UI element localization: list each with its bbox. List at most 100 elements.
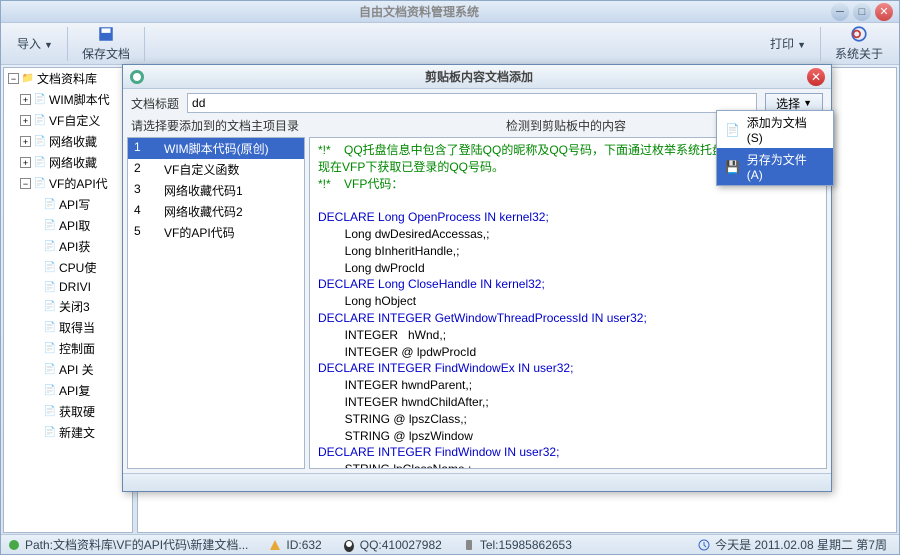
menu-save-as-file[interactable]: 💾 另存为文件 (A) bbox=[717, 148, 833, 185]
expand-icon[interactable]: + bbox=[20, 157, 31, 168]
expand-icon[interactable]: + bbox=[20, 94, 31, 105]
page-icon: 📄 bbox=[44, 322, 56, 334]
page-icon: 📄 bbox=[44, 241, 56, 253]
save-icon bbox=[97, 25, 115, 43]
page-icon: 📄 bbox=[34, 115, 46, 127]
maximize-button[interactable]: □ bbox=[853, 3, 871, 21]
about-label: 系统关于 bbox=[835, 45, 883, 62]
category-list: 1WIM脚本代码(原创)2VF自定义函数3网络收藏代码14网络收藏代码25VF的… bbox=[127, 137, 305, 469]
code-line: STRING lpClassName,; bbox=[318, 461, 818, 469]
close-button[interactable]: ✕ bbox=[875, 3, 893, 21]
code-preview[interactable]: *!* QQ托盘信息中包含了登陆QQ的昵称及QQ号码，下面通过枚举系统托盘图标现… bbox=[309, 137, 827, 469]
main-toolbar: 导入▼ 保存文档 打印▼ 系统关于 bbox=[1, 23, 899, 65]
dialog-titlebar: 剪贴板内容文档添加 ✕ bbox=[123, 65, 831, 89]
menu-add-as-doc[interactable]: 📄 添加为文档 (S) bbox=[717, 111, 833, 148]
status-id: ID:632 bbox=[268, 538, 321, 552]
list-item[interactable]: 4网络收藏代码2 bbox=[128, 201, 304, 222]
folder-icon: 📁 bbox=[22, 73, 34, 85]
list-item[interactable]: 5VF的API代码 bbox=[128, 222, 304, 243]
code-line: STRING @ lpszClass,; bbox=[318, 411, 818, 428]
code-line: DECLARE INTEGER GetWindowThreadProcessId… bbox=[318, 310, 818, 327]
page-icon: 📄 bbox=[34, 94, 46, 106]
tree-subitem[interactable]: 📄API写 bbox=[4, 194, 132, 215]
phone-icon bbox=[462, 538, 476, 552]
code-line: Long hObject bbox=[318, 293, 818, 310]
code-line: DECLARE INTEGER FindWindowEx IN user32; bbox=[318, 360, 818, 377]
list-item[interactable]: 2VF自定义函数 bbox=[128, 159, 304, 180]
code-line: Long dwDesiredAccessas,; bbox=[318, 226, 818, 243]
list-item[interactable]: 1WIM脚本代码(原创) bbox=[128, 138, 304, 159]
tree-subitem[interactable]: 📄API 关 bbox=[4, 359, 132, 380]
tree-item[interactable]: −📄VF的API代 bbox=[4, 173, 132, 194]
save-icon: 💾 bbox=[725, 159, 741, 175]
code-line: Long dwProcId bbox=[318, 260, 818, 277]
id-icon bbox=[268, 538, 282, 552]
tree-subitem[interactable]: 📄关闭3 bbox=[4, 296, 132, 317]
clock-icon bbox=[697, 538, 711, 552]
page-icon: 📄 bbox=[44, 220, 56, 232]
page-icon: 📄 bbox=[44, 343, 56, 355]
tree-subitem[interactable]: 📄API获 bbox=[4, 236, 132, 257]
page-icon: 📄 bbox=[44, 364, 56, 376]
tree-root[interactable]: − 📁 文档资料库 bbox=[4, 68, 132, 89]
code-line bbox=[318, 192, 818, 209]
page-icon: 📄 bbox=[44, 406, 56, 418]
page-icon: 📄 bbox=[34, 157, 46, 169]
code-line: INTEGER hWnd,; bbox=[318, 327, 818, 344]
tree-panel: − 📁 文档资料库 +📄WIM脚本代+📄VF自定义+📄网络收藏+📄网络收藏−📄V… bbox=[3, 67, 133, 533]
tree-subitem[interactable]: 📄CPU使 bbox=[4, 257, 132, 278]
dialog-status bbox=[123, 473, 831, 491]
collapse-icon[interactable]: − bbox=[8, 73, 19, 84]
tree-subitem[interactable]: 📄获取硬 bbox=[4, 401, 132, 422]
path-icon bbox=[7, 538, 21, 552]
save-doc-button[interactable]: 保存文档 bbox=[72, 23, 140, 64]
code-line: DECLARE INTEGER FindWindow IN user32; bbox=[318, 444, 818, 461]
select-dropdown-menu: 📄 添加为文档 (S) 💾 另存为文件 (A) bbox=[716, 110, 834, 186]
code-line: STRING @ lpszWindow bbox=[318, 428, 818, 445]
expand-icon[interactable]: + bbox=[20, 115, 31, 126]
page-icon: 📄 bbox=[34, 178, 46, 190]
tree-item[interactable]: +📄WIM脚本代 bbox=[4, 89, 132, 110]
status-tel: Tel:15985862653 bbox=[462, 538, 572, 552]
tree-subitem[interactable]: 📄DRIVI bbox=[4, 278, 132, 296]
print-button[interactable]: 打印▼ bbox=[760, 33, 816, 54]
minimize-button[interactable]: ─ bbox=[831, 3, 849, 21]
code-line: INTEGER @ lpdwProcId bbox=[318, 344, 818, 361]
page-icon: 📄 bbox=[44, 262, 56, 274]
tree-subitem[interactable]: 📄新建文 bbox=[4, 422, 132, 443]
page-icon: 📄 bbox=[34, 136, 46, 148]
code-line: DECLARE Long OpenProcess IN kernel32; bbox=[318, 209, 818, 226]
tree-item[interactable]: +📄网络收藏 bbox=[4, 152, 132, 173]
main-titlebar: 自由文档资料管理系统 ─ □ ✕ bbox=[1, 1, 899, 23]
code-line: INTEGER hwndParent,; bbox=[318, 377, 818, 394]
qq-icon bbox=[342, 538, 356, 552]
tree-subitem[interactable]: 📄控制面 bbox=[4, 338, 132, 359]
expand-icon[interactable]: + bbox=[20, 136, 31, 147]
status-qq: QQ:410027982 bbox=[342, 538, 442, 552]
import-label: 导入▼ bbox=[17, 35, 53, 52]
about-button[interactable]: 系统关于 bbox=[825, 23, 893, 64]
page-icon: 📄 bbox=[44, 301, 56, 313]
list-item[interactable]: 3网络收藏代码1 bbox=[128, 180, 304, 201]
tree-subitem[interactable]: 📄取得当 bbox=[4, 317, 132, 338]
tree-item[interactable]: +📄VF自定义 bbox=[4, 110, 132, 131]
dialog-close-button[interactable]: ✕ bbox=[807, 68, 825, 86]
code-line: Long bInheritHandle,; bbox=[318, 243, 818, 260]
status-path: Path:文档资料库\VF的API代码\新建文档... bbox=[7, 536, 248, 553]
doc-title-label: 文档标题 bbox=[131, 95, 179, 112]
tree-subitem[interactable]: 📄API复 bbox=[4, 380, 132, 401]
status-bar: Path:文档资料库\VF的API代码\新建文档... ID:632 QQ:41… bbox=[1, 534, 899, 554]
import-button[interactable]: 导入▼ bbox=[7, 33, 63, 54]
list-header: 请选择要添加到的文档主项目录 bbox=[131, 117, 309, 137]
save-doc-label: 保存文档 bbox=[82, 45, 130, 62]
doc-title-input[interactable] bbox=[187, 93, 757, 113]
status-date: 今天是 2011.02.08 星期二 第7周 bbox=[697, 536, 887, 553]
collapse-icon[interactable]: − bbox=[20, 178, 31, 189]
page-icon: 📄 bbox=[44, 281, 56, 293]
doc-icon: 📄 bbox=[725, 122, 741, 138]
page-icon: 📄 bbox=[44, 427, 56, 439]
code-line: INTEGER hwndChildAfter,; bbox=[318, 394, 818, 411]
tree-subitem[interactable]: 📄API取 bbox=[4, 215, 132, 236]
print-label: 打印▼ bbox=[770, 35, 806, 52]
tree-item[interactable]: +📄网络收藏 bbox=[4, 131, 132, 152]
